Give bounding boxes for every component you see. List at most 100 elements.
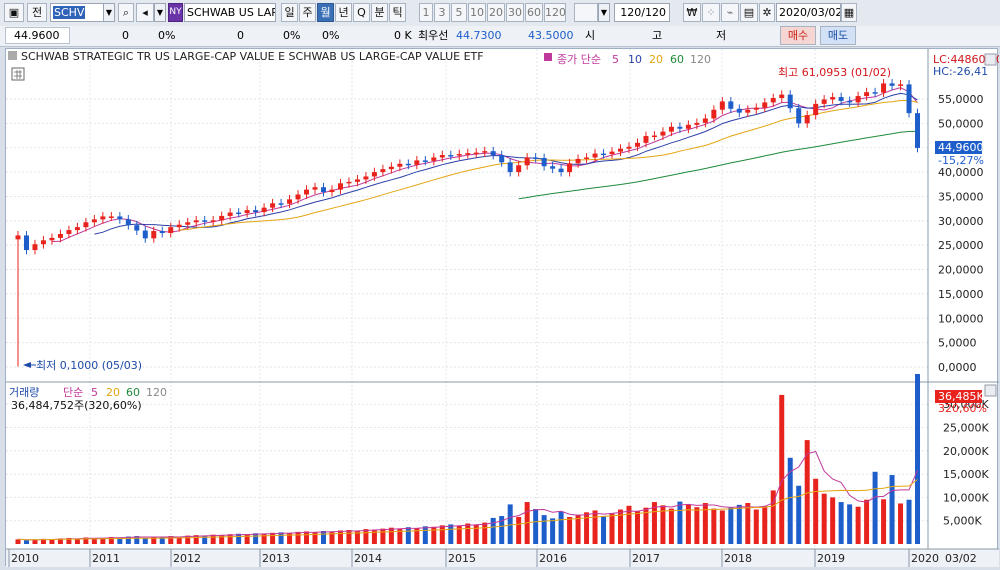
candle-body — [609, 151, 615, 155]
period-tab-6[interactable]: 틱 — [389, 3, 406, 22]
volume-bar — [346, 530, 352, 544]
currency-icon[interactable]: ₩ — [683, 3, 701, 22]
date-input[interactable]: 2020/03/02 — [776, 3, 841, 22]
candle-body — [465, 153, 471, 155]
volume-pane-menu-icon[interactable] — [984, 384, 997, 397]
candle-body — [804, 115, 810, 124]
instrument-name-field[interactable]: SCHWAB US LARGE — [184, 3, 276, 22]
volume-bar — [601, 516, 607, 544]
turnover-value: 0 K — [394, 29, 412, 42]
candle-body — [371, 172, 377, 177]
candle-body — [142, 230, 148, 239]
y-tick-label: 0,0000 — [938, 361, 977, 374]
sell-button[interactable]: 매도 — [820, 26, 856, 45]
volume-legend-60: 60 — [126, 386, 140, 399]
x-tick-label: 2015 — [448, 552, 476, 565]
tool-dots-icon[interactable]: ⁘ — [702, 3, 720, 22]
candle-body — [185, 222, 191, 225]
candle-body — [83, 222, 89, 228]
symbol-input[interactable]: SCHV — [50, 3, 104, 22]
gear-icon[interactable]: ✲ — [759, 3, 775, 22]
interval-button-3[interactable]: 3 — [434, 3, 450, 22]
volume-bar — [337, 530, 343, 544]
interval-dropdown-chevron-icon[interactable]: ▼ — [598, 3, 610, 22]
volume-tick-label: 15,000K — [943, 468, 989, 481]
jeon-button[interactable]: 전 — [27, 3, 47, 22]
candle-body — [422, 160, 428, 162]
chart-panel[interactable]: SCHWAB STRATEGIC TR US LARGE-CAP VALUE E… — [5, 48, 1000, 567]
volume-bar — [558, 511, 564, 544]
candle-body — [541, 157, 547, 167]
volume-bar — [270, 532, 276, 544]
count-input[interactable]: 120/120 — [614, 3, 670, 22]
hc-label: HC:-26,41 — [933, 65, 988, 78]
period-tab-1[interactable]: 주 — [299, 3, 316, 22]
open-label: 시 — [585, 29, 596, 42]
chart-settings-icon[interactable] — [11, 67, 25, 81]
candle-body — [821, 99, 827, 104]
candle-body — [711, 109, 717, 119]
interval-input[interactable] — [574, 3, 598, 22]
interval-button-5[interactable]: 5 — [451, 3, 467, 22]
volume-bar — [609, 513, 615, 544]
candle-body — [202, 220, 208, 222]
candle-body — [57, 233, 63, 238]
volume-bar — [592, 510, 598, 544]
candle-body — [592, 153, 598, 158]
interval-button-120[interactable]: 120 — [544, 3, 566, 22]
volume-value: 0 — [237, 29, 244, 42]
candle-body — [482, 151, 488, 153]
candle-body — [244, 210, 250, 214]
interval-button-30[interactable]: 30 — [506, 3, 524, 22]
volume-bar — [838, 502, 844, 544]
candle-body — [660, 131, 666, 136]
candle-body — [634, 142, 640, 147]
period-tab-2[interactable]: 월 — [317, 3, 334, 22]
legend-item: 20 — [649, 53, 663, 66]
x-tick-label: 2016 — [539, 552, 567, 565]
period-tab-0[interactable]: 일 — [281, 3, 298, 22]
buy-button[interactable]: 매수 — [780, 26, 816, 45]
legend-item: 120 — [690, 53, 711, 66]
candle-body — [74, 227, 80, 231]
candle-body — [830, 97, 836, 100]
search-icon[interactable]: ⌕ — [118, 3, 134, 22]
period-tab-3[interactable]: 년 — [335, 3, 352, 22]
volume-bar — [422, 526, 428, 544]
volume-bar — [719, 510, 725, 544]
candle-body — [626, 146, 632, 149]
volume-bar — [550, 518, 556, 544]
symbol-dropdown-chevron-icon[interactable]: ▼ — [103, 3, 115, 22]
volume-bar — [915, 374, 921, 544]
volume-bar — [541, 515, 547, 544]
interval-button-10[interactable]: 10 — [468, 3, 486, 22]
volume-bar — [49, 539, 55, 544]
volume-bar — [320, 530, 326, 544]
candle-body — [329, 189, 335, 193]
candle-body — [108, 216, 114, 218]
candle-body — [210, 220, 216, 222]
interval-button-1[interactable]: 1 — [419, 3, 433, 22]
y-tick-label: 10,0000 — [938, 312, 984, 325]
speaker-dropdown-chevron-icon[interactable]: ▼ — [154, 3, 166, 22]
interval-button-20[interactable]: 20 — [487, 3, 505, 22]
speaker-icon[interactable]: ◂ — [136, 3, 154, 22]
price-chart[interactable]: SCHWAB STRATEGIC TR US LARGE-CAP VALUE E… — [6, 49, 1000, 567]
period-tab-4[interactable]: Q — [353, 3, 370, 22]
volume-bar — [371, 529, 377, 544]
main-toolbar: ▣ 전 SCHV ▼ ⌕ ◂ ▼ NY SCHWAB US LARGE 일주월년… — [0, 0, 1000, 27]
title-marker-icon — [8, 51, 17, 60]
candle-body — [49, 237, 55, 241]
calendar-icon[interactable]: ▦ — [841, 3, 857, 22]
candle-body — [117, 216, 123, 220]
interval-button-60[interactable]: 60 — [525, 3, 543, 22]
volume-bar — [142, 537, 148, 544]
period-tab-5[interactable]: 분 — [371, 3, 388, 22]
y-tick-label: 5,0000 — [938, 337, 977, 350]
price-pane-menu-icon[interactable] — [984, 53, 997, 66]
save-icon[interactable]: ▤ — [740, 3, 758, 22]
chart-window-icon[interactable]: ▣ — [4, 3, 24, 22]
candle-body — [312, 187, 318, 190]
indicator-icon[interactable]: ⌁ — [721, 3, 739, 22]
candle-body — [787, 94, 793, 109]
